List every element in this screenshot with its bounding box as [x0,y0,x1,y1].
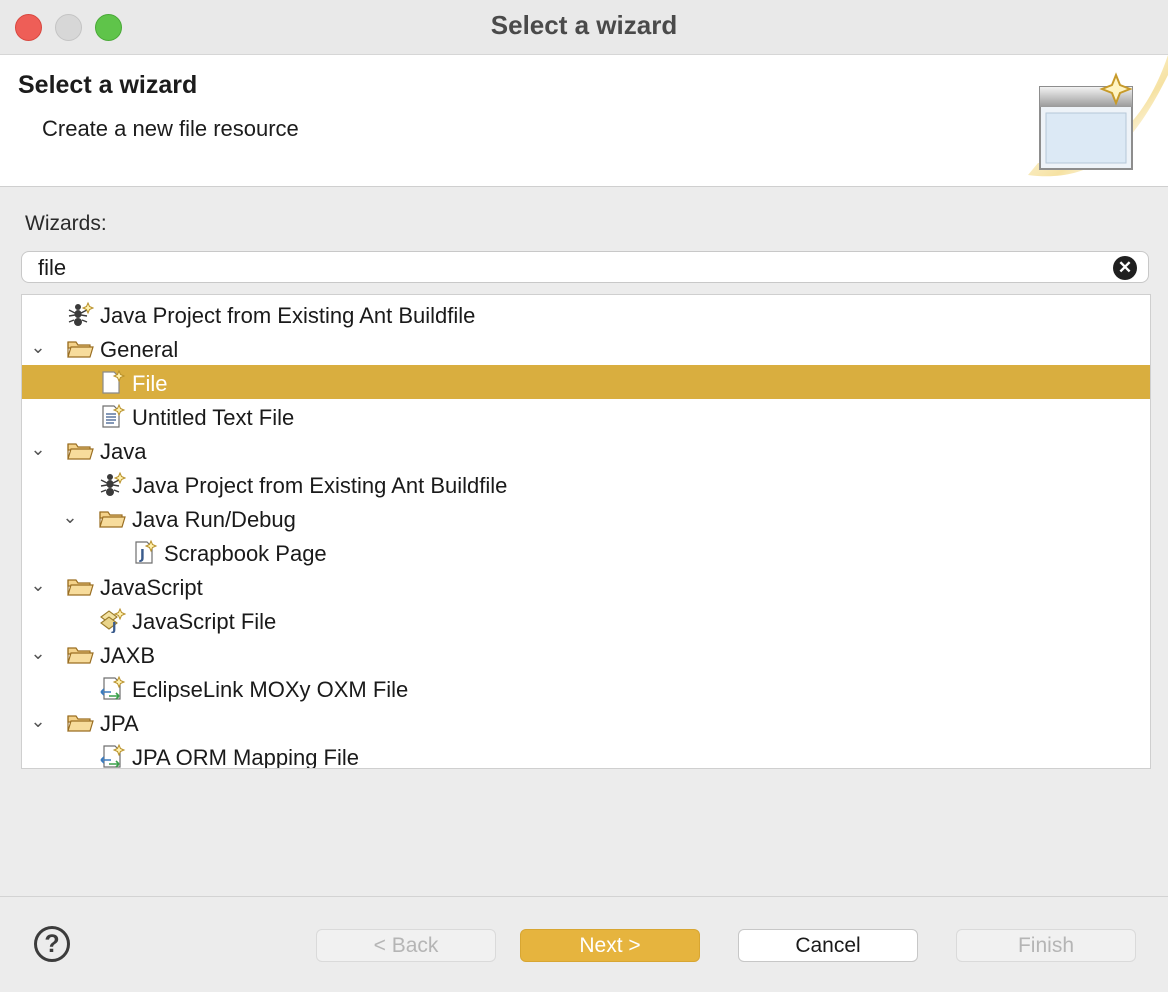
tree-item-label: File [132,371,168,396]
chevron-down-icon[interactable]: ⌄ [28,438,48,460]
tree-item-label: EclipseLink MOXy OXM File [132,677,409,702]
tree-item[interactable]: ⌄ General [22,331,1150,365]
chevron-down-icon[interactable]: ⌄ [28,336,48,358]
tree-item-label: JavaScript [100,575,203,600]
tree-item[interactable]: ⌄ JavaScript [22,569,1150,603]
tree-item[interactable]: ⌄ JPA [22,705,1150,739]
chevron-down-icon[interactable]: ⌄ [60,506,80,528]
tree-item[interactable]: Java Project from Existing Ant Buildfile [22,467,1150,501]
tree-item-label: General [100,337,179,362]
tree-item-label: Java Project from Existing Ant Buildfile [100,303,476,328]
new-wizard-banner-icon [1028,55,1168,177]
back-button[interactable]: < Back [316,929,496,962]
tree-item[interactable]: File [22,365,1150,399]
svg-text:J: J [139,548,145,563]
page-description: Create a new file resource [42,116,299,141]
folder-open-icon [98,505,126,531]
wizards-label: Wizards: [25,212,107,235]
tree-item[interactable]: Java Project from Existing Ant Buildfile [22,297,1150,331]
wizard-banner: Select a wizard Create a new file resour… [0,55,1168,187]
tree-item-label: Scrapbook Page [164,541,327,566]
tree-item[interactable]: Untitled Text File [22,399,1150,433]
wizard-filter-input[interactable] [36,254,1100,282]
svg-text:J: J [111,620,116,633]
tree-item-label: Java Run/Debug [132,507,296,532]
clear-filter-icon[interactable]: ✕ [1113,256,1137,280]
mapping-file-icon [98,743,126,768]
footer-divider [0,896,1168,897]
tree-item-label: JavaScript File [132,609,277,634]
tree-item-label: Java Project from Existing Ant Buildfile [132,473,508,498]
tree-item[interactable]: J JavaScript File [22,603,1150,637]
folder-open-icon [66,709,94,735]
tree-item-label: JPA [100,711,139,736]
tree-item[interactable]: ⌄ Java [22,433,1150,467]
tree-item[interactable]: ⌄ JAXB [22,637,1150,671]
ant-project-icon [66,301,95,327]
ant-project-icon [98,471,127,497]
tree-item[interactable]: J Scrapbook Page [22,535,1150,569]
folder-open-icon [66,573,94,599]
page-title: Select a wizard [18,71,198,99]
chevron-down-icon[interactable]: ⌄ [28,574,48,596]
wizard-tree[interactable]: Java Project from Existing Ant Buildfile… [21,294,1151,769]
wizard-dialog: Select a wizard Select a wizard Create a… [0,0,1168,992]
tree-item-label: JAXB [100,643,156,668]
javascript-file-icon: J [98,607,127,634]
cancel-button[interactable]: Cancel [738,929,918,962]
mapping-file-icon [98,675,126,701]
wizard-filter-field[interactable]: ✕ [21,251,1149,283]
folder-open-icon [66,641,94,667]
tree-item-label: Java [100,439,147,464]
tree-item-label: Untitled Text File [132,405,295,430]
text-file-icon [98,403,126,429]
scrapbook-icon: J [130,539,158,565]
chevron-down-icon[interactable]: ⌄ [28,710,48,732]
finish-button[interactable]: Finish [956,929,1136,962]
folder-open-icon [66,335,94,361]
help-icon[interactable]: ? [34,926,70,962]
tree-item[interactable]: ⌄ Java Run/Debug [22,501,1150,535]
next-button[interactable]: Next > [520,929,700,962]
title-bar: Select a wizard [0,0,1168,55]
new-file-icon [98,369,126,395]
tree-item-label: JPA ORM Mapping File [132,745,360,769]
window-title: Select a wizard [490,10,678,40]
chevron-down-icon[interactable]: ⌄ [28,642,48,664]
tree-item[interactable]: EclipseLink MOXy OXM File [22,671,1150,705]
tree-item[interactable]: JPA ORM Mapping File [22,739,1150,769]
folder-open-icon [66,437,94,463]
